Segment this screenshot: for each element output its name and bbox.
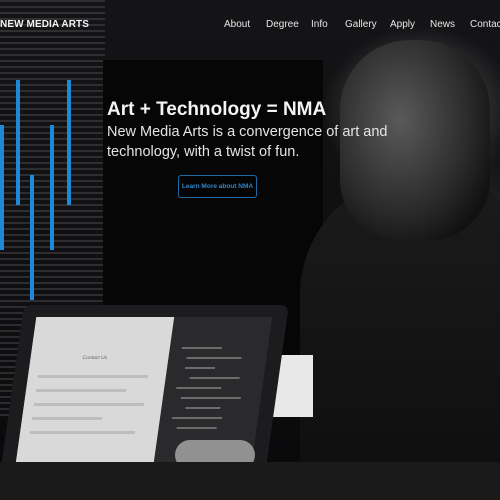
brand-logo[interactable]: NEW MEDIA ARTS	[0, 19, 89, 30]
nav-info[interactable]: Info	[311, 19, 328, 30]
hero-tagline: New Media Arts is a convergence of art a…	[107, 124, 388, 160]
top-navbar: NEW MEDIA ARTS About Degree Info Gallery…	[0, 0, 500, 48]
hero-headline: Art + Technology = NMA	[107, 99, 327, 120]
nav-about[interactable]: About	[224, 19, 250, 30]
decor-bar	[30, 175, 34, 300]
decor-bar	[67, 80, 71, 205]
nav-news[interactable]: News	[430, 19, 455, 30]
laptop-contact-page: Contact Us	[15, 317, 175, 465]
nav-contact[interactable]: Contact	[470, 19, 500, 30]
hero-section: Contact Us NEW MEDIA ARTS About Degree I…	[0, 0, 500, 500]
decor-bar	[0, 125, 4, 250]
decor-bar	[50, 125, 54, 250]
laptop-page-title: Contact Us	[82, 355, 108, 361]
nav-gallery[interactable]: Gallery	[345, 19, 377, 30]
table-edge	[0, 462, 500, 500]
nav-degree[interactable]: Degree	[266, 19, 299, 30]
decor-bar	[16, 80, 20, 205]
learn-more-button[interactable]: Learn More about NMA	[178, 175, 257, 198]
nav-apply[interactable]: Apply	[390, 19, 415, 30]
